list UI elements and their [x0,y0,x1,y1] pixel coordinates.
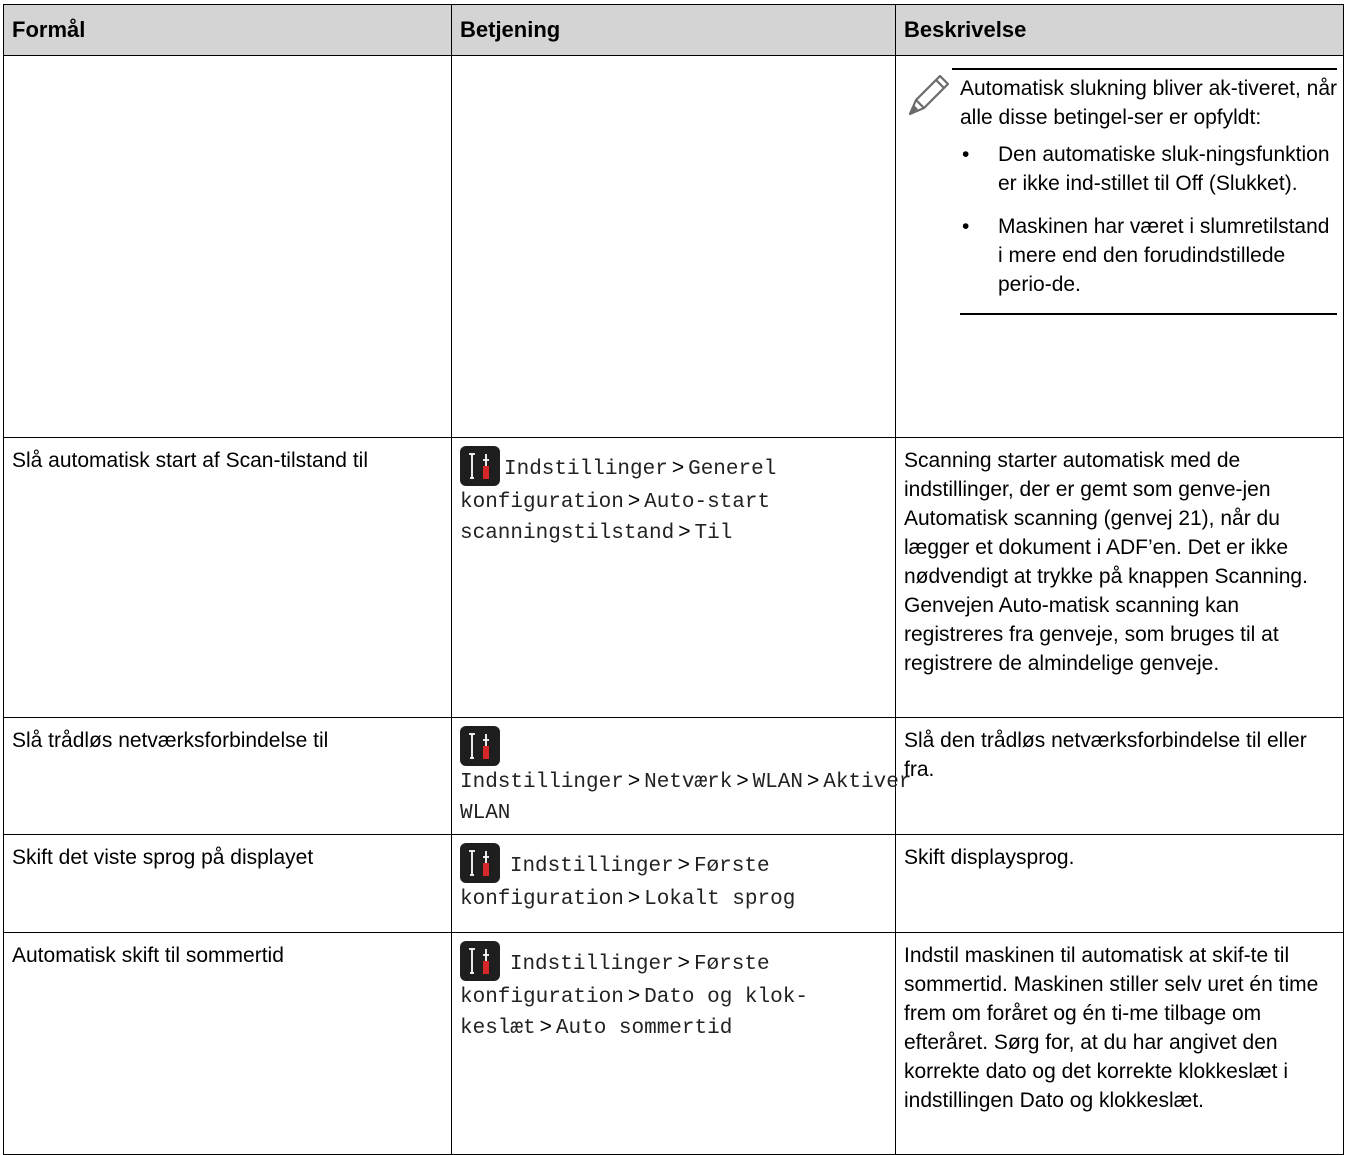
note-block: Automatisk slukning bliver ak-tiveret, n… [904,68,1337,325]
note-divider-top [952,68,1337,70]
menu-path-step: Netværk [644,771,733,794]
settings-tools-icon [460,941,500,981]
note-cell: Automatisk slukning bliver ak-tiveret, n… [895,55,1344,438]
operation-cell: Indstillinger > Første konfiguration > Dato … [451,932,896,1155]
purpose-cell: Automatisk skift til sommertid [3,932,452,1155]
empty-cell [451,55,896,438]
note-text: Automatisk slukning bliver ak-tiveret, n… [960,77,1337,129]
description-cell: Scanning starter automatisk med de indst… [895,437,1344,718]
settings-table: Formål Betjening Beskrivelse Automatisk … [3,4,1344,1155]
description-cell: Indstil maskinen til automatisk at skif-… [895,932,1344,1155]
operation-cell: Indstillinger > Generel konfiguration > Auto… [451,437,896,718]
table-row: Slå automatisk start af Scan-tilstand ti… [3,437,1344,718]
settings-tools-icon [460,446,500,486]
note-divider-bottom [960,313,1337,315]
menu-path-step: Indstillinger [509,855,674,878]
menu-path-step: Auto sommertid [555,1017,733,1040]
operation-cell: Indstillinger > Netværk > WLAN > Aktiver WLAN [451,717,911,835]
menu-path-step: Indstillinger [460,771,624,794]
description-cell: Skift displaysprog. [895,834,1344,933]
list-item: Den automatiske sluk-ningsfunktion er ik… [960,140,1337,198]
description-cell: Slå den trådløs netværksforbindelse til … [895,717,1344,835]
list-item: Maskinen har været i slumretilstand i me… [960,212,1337,299]
pencil-note-icon [908,74,950,116]
settings-tools-icon [460,843,500,883]
menu-path-step: Lokalt sprog [644,888,796,911]
purpose-cell: Skift det viste sprog på displayet [3,834,452,933]
purpose-cell: Slå automatisk start af Scan-tilstand ti… [3,437,452,718]
header-description: Beskrivelse [895,4,1344,56]
menu-path-step: Til [694,522,733,545]
operation-cell: Indstillinger > Første konfiguration > Lokal… [451,834,896,933]
menu-path-step: WLAN [752,771,803,794]
menu-path-step: Indstillinger [504,458,668,481]
purpose-cell: Slå trådløs netværksforbindelse til [3,717,452,835]
menu-path-step: Indstillinger [509,953,674,976]
table-row-note: Automatisk slukning bliver ak-tiveret, n… [3,55,1344,438]
header-row: Formål Betjening Beskrivelse [3,4,1344,56]
table-row: Slå trådløs netværksforbindelse til Inds… [3,717,1344,835]
table-row: Automatisk skift til sommertid Indstilli… [3,932,1344,1155]
header-purpose: Formål [3,4,452,56]
header-operation: Betjening [451,4,896,56]
note-bullet-list: Den automatiske sluk-ningsfunktion er ik… [960,140,1337,299]
table-row: Skift det viste sprog på displayet Indst… [3,834,1344,933]
settings-tools-icon [460,726,500,766]
empty-cell [3,55,452,438]
